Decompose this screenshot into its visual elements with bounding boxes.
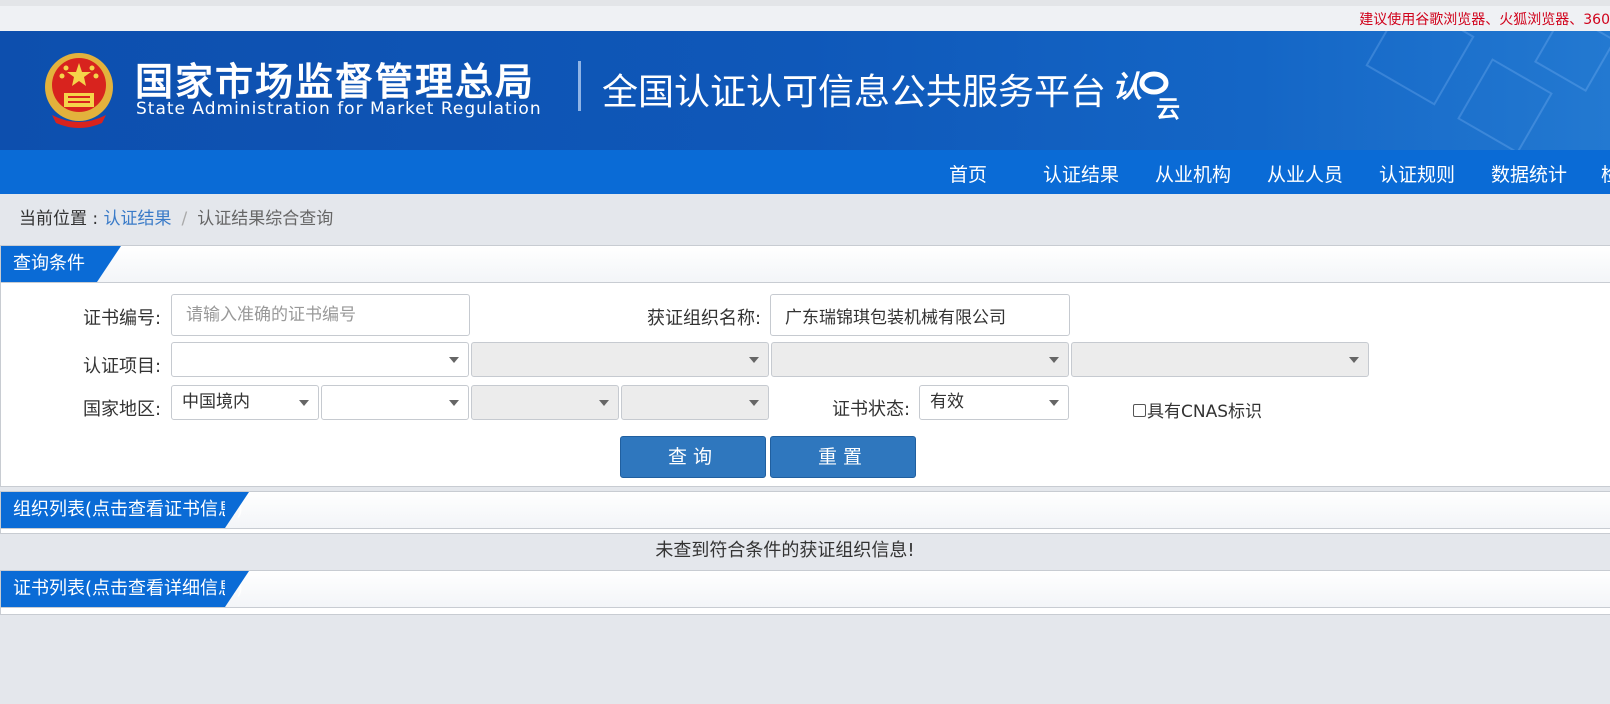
- region-label: 国家地区:: [83, 399, 162, 420]
- chevron-down-icon: [1049, 357, 1059, 363]
- cert-list-tab: 证书列表(点击查看详细信息): [1, 571, 249, 607]
- chevron-down-icon: [1349, 357, 1359, 363]
- chevron-down-icon: [749, 400, 759, 406]
- nav-statistics[interactable]: 数据统计: [1491, 160, 1567, 187]
- national-emblem-icon: [45, 53, 113, 128]
- cert-no-label: 证书编号:: [83, 308, 162, 329]
- chevron-down-icon: [299, 400, 309, 406]
- org-list-panel: 组织列表(点击查看证书信息): [0, 491, 1610, 534]
- project-label: 认证项目:: [83, 356, 162, 377]
- org-list-empty-message: 未查到符合条件的获证组织信息!: [655, 540, 915, 561]
- org-name-input[interactable]: [770, 294, 1070, 336]
- chevron-down-icon: [449, 400, 459, 406]
- cert-list-panel: 证书列表(点击查看详细信息): [0, 570, 1610, 615]
- hex-decoration: [1457, 58, 1553, 150]
- breadcrumb-prefix: 当前位置 :: [19, 209, 104, 229]
- top-notice-bar: 建议使用谷歌浏览器、火狐浏览器、360: [0, 0, 1610, 31]
- nav-cert-rules[interactable]: 认证规则: [1379, 160, 1455, 187]
- cnas-checkbox[interactable]: [1133, 403, 1146, 417]
- region-select-district[interactable]: [621, 385, 769, 420]
- chevron-down-icon: [599, 400, 609, 406]
- chevron-down-icon: [749, 357, 759, 363]
- cert-status-value: 有效: [930, 392, 964, 412]
- nav-home[interactable]: 首页: [949, 160, 987, 187]
- reset-button[interactable]: 重置: [770, 436, 916, 478]
- cnas-checkbox-wrap: 具有CNAS标识: [1133, 397, 1262, 422]
- query-tab: 查询条件: [1, 246, 121, 282]
- main-nav: 首页 认证结果 从业机构 从业人员 认证规则 数据统计 检: [0, 150, 1610, 194]
- cnas-checkbox-label[interactable]: 具有CNAS标识: [1147, 402, 1262, 422]
- hex-decoration: [1365, 31, 1475, 106]
- agency-name-en: State Administration for Market Regulati…: [136, 99, 542, 119]
- header-divider: [578, 61, 581, 111]
- chevron-down-icon: [1049, 400, 1059, 406]
- breadcrumb-link-cert-results[interactable]: 认证结果: [104, 209, 172, 229]
- agency-name-cn: 国家市场监督管理总局: [135, 60, 536, 104]
- browser-notice: 建议使用谷歌浏览器、火狐浏览器、360: [1359, 12, 1610, 28]
- org-name-label: 获证组织名称:: [647, 308, 762, 329]
- cert-list-header: 证书列表(点击查看详细信息): [1, 571, 1610, 608]
- project-select-3[interactable]: [771, 342, 1069, 377]
- breadcrumb-current: 认证结果综合查询: [197, 209, 334, 229]
- cert-status-select[interactable]: 有效: [919, 385, 1069, 420]
- region-select-province[interactable]: [321, 385, 469, 420]
- svg-text:认: 认: [1112, 70, 1142, 105]
- breadcrumb: 当前位置 : 认证结果 / 认证结果综合查询: [19, 204, 333, 229]
- nav-cert-results[interactable]: 认证结果: [1043, 160, 1119, 187]
- nav-practitioners[interactable]: 从业人员: [1267, 160, 1343, 187]
- renyun-logo-icon: 认 云: [1112, 70, 1180, 121]
- project-select-2[interactable]: [471, 342, 769, 377]
- breadcrumb-separator: /: [181, 209, 188, 229]
- project-select-4[interactable]: [1071, 342, 1369, 377]
- hex-decoration: [1534, 31, 1610, 92]
- region-select-country[interactable]: 中国境内: [171, 385, 319, 420]
- search-button[interactable]: 查询: [620, 436, 766, 478]
- org-list-header: 组织列表(点击查看证书信息): [1, 492, 1610, 529]
- region-select-city[interactable]: [471, 385, 619, 420]
- region-select-value: 中国境内: [182, 392, 250, 412]
- org-list-tab: 组织列表(点击查看证书信息): [1, 492, 249, 528]
- platform-title: 全国认证认可信息公共服务平台: [602, 72, 1107, 113]
- query-panel-header: 查询条件: [1, 246, 1610, 283]
- svg-text:云: 云: [1156, 95, 1180, 121]
- cert-no-input[interactable]: [171, 294, 470, 336]
- header-banner: 国家市场监督管理总局 State Administration for Mark…: [0, 31, 1610, 150]
- project-select-1[interactable]: [171, 342, 469, 377]
- cert-status-label: 证书状态:: [832, 399, 911, 420]
- nav-institutions[interactable]: 从业机构: [1155, 160, 1231, 187]
- nav-more[interactable]: 检: [1601, 160, 1610, 187]
- chevron-down-icon: [449, 357, 459, 363]
